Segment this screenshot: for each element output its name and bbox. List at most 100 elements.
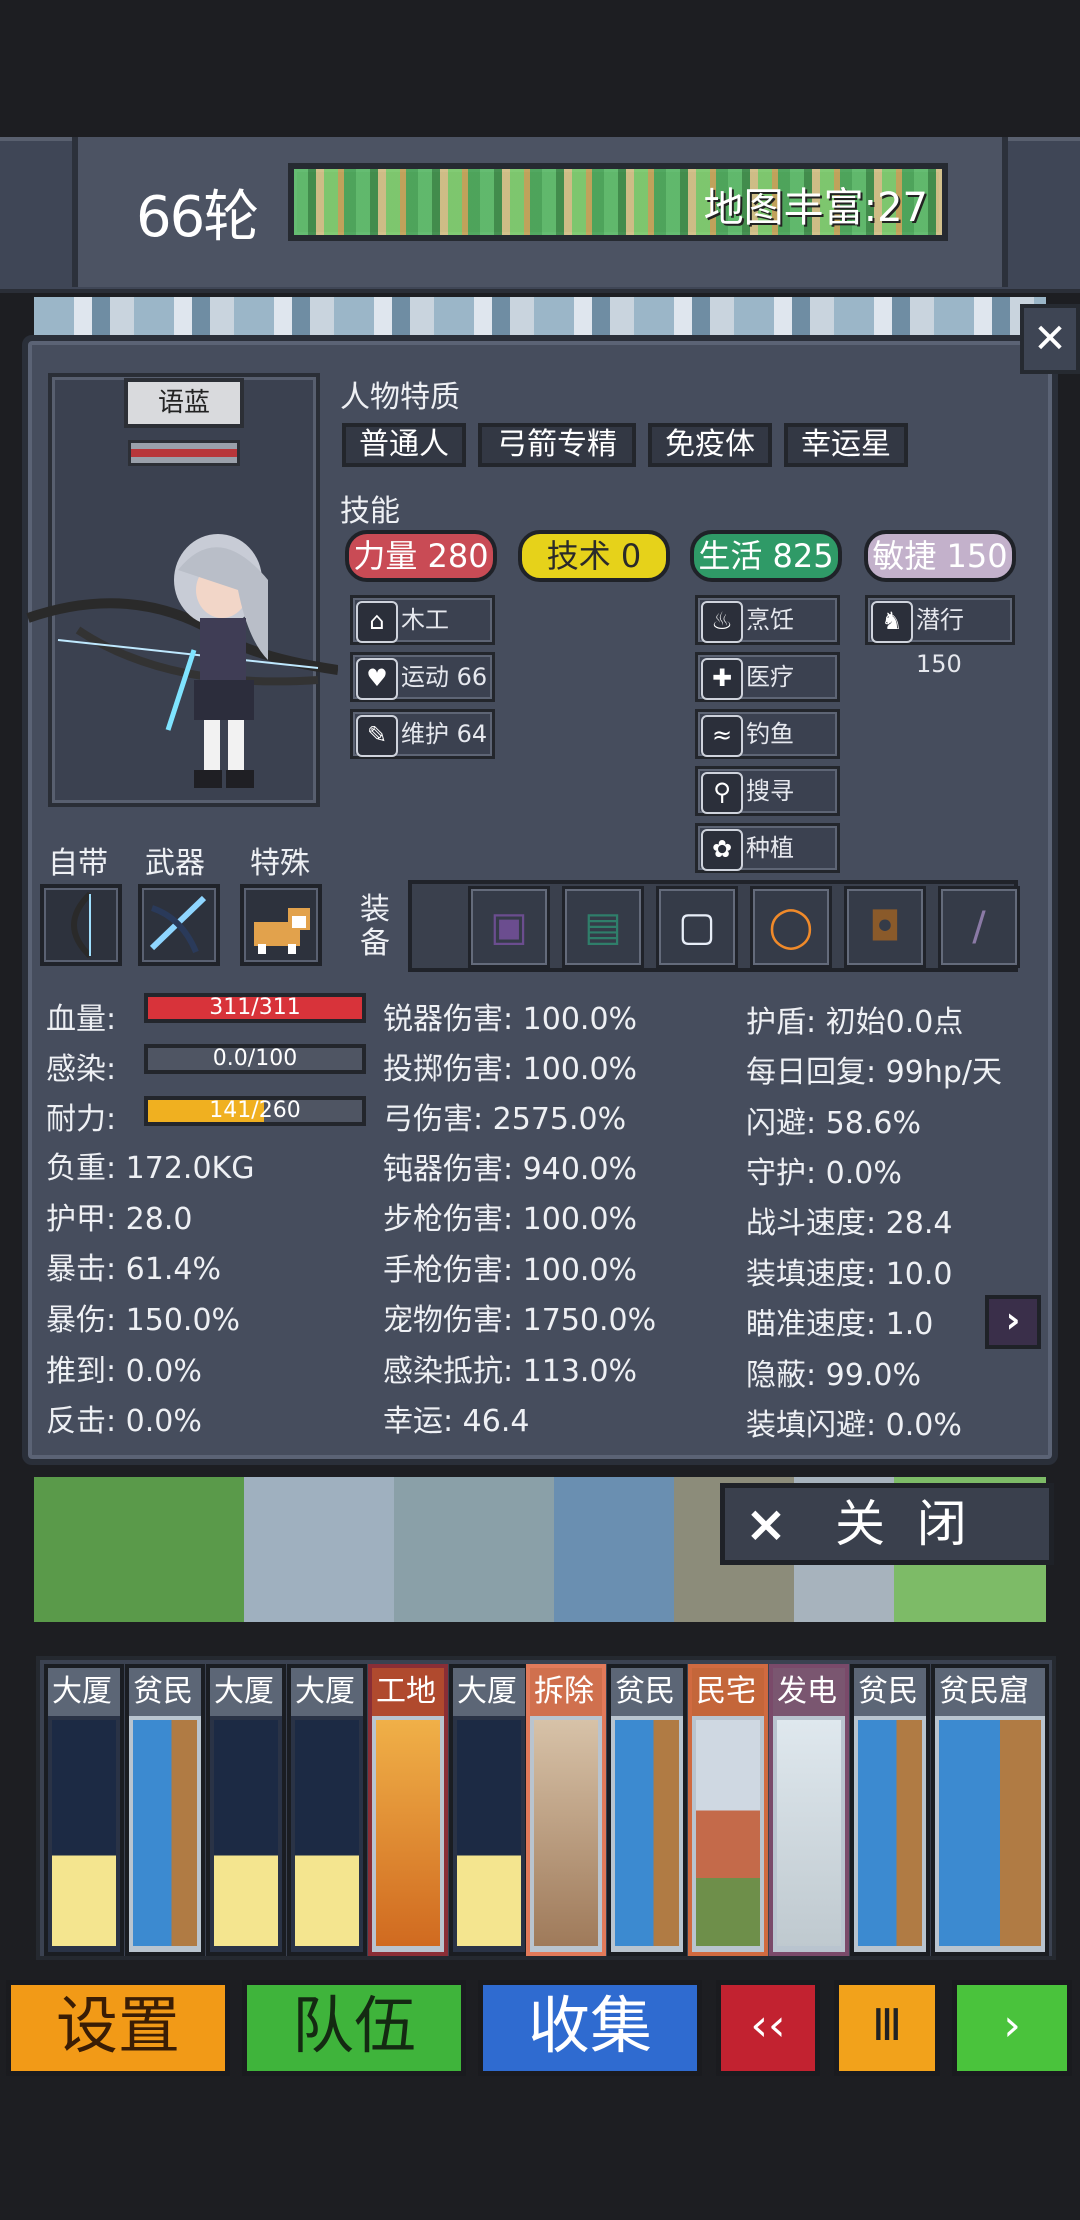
card-art — [939, 1720, 1041, 1946]
stat-sharp-damage: 锐器伤害: 100.0% — [383, 1002, 638, 1037]
category-strength[interactable]: 力量 280 — [345, 530, 497, 582]
close-button-label: 关 闭 — [835, 1495, 967, 1553]
equip-slot-ring[interactable]: ◯ — [750, 886, 832, 968]
card-art — [615, 1720, 679, 1946]
category-technique[interactable]: 技术 0 — [518, 530, 670, 582]
infection-bar: 0.0/100 — [144, 1044, 366, 1074]
stat-weight: 负重: 172.0KG — [46, 1151, 255, 1186]
wrench-icon: ✎ — [356, 715, 398, 757]
innate-slot[interactable] — [40, 884, 122, 966]
weapon-slot[interactable] — [138, 884, 220, 966]
skill-cooking[interactable]: ♨烹饪 150 — [695, 595, 840, 678]
map-tile-strip — [34, 297, 1046, 337]
crossbow-icon — [149, 895, 207, 954]
stat-stealth: 隐蔽: 99.0% — [746, 1358, 921, 1393]
skill-label: 维护 64 — [401, 720, 488, 748]
stat-knockdown: 推到: 0.0% — [46, 1354, 202, 1389]
backpack-icon: ◘ — [869, 904, 901, 950]
loadout-special-label: 特殊 — [250, 846, 310, 881]
equip-label: 装备 — [360, 892, 390, 961]
card-title: 大厦 — [210, 1668, 282, 1716]
skill-maintenance[interactable]: ✎ 维护 64 — [350, 709, 495, 759]
card-art — [457, 1720, 521, 1946]
card-title: 贫民 — [129, 1668, 201, 1716]
category-life[interactable]: 生活 825 — [690, 530, 842, 582]
location-card[interactable]: 贫民窟 — [931, 1664, 1049, 1956]
card-art — [534, 1720, 598, 1946]
location-card[interactable]: 发电 — [769, 1664, 849, 1956]
fish-icon: ≈ — [701, 715, 743, 757]
location-card[interactable]: 大厦 — [449, 1664, 529, 1956]
settings-button[interactable]: 设置 — [6, 1980, 230, 2076]
stamina-bar: 141/260 — [144, 1096, 366, 1126]
card-art — [295, 1720, 359, 1946]
plant-icon: ✿ — [701, 829, 743, 871]
next-page-button[interactable]: › — [985, 1295, 1041, 1349]
character-portrait — [26, 534, 338, 788]
stat-daily-regen: 每日回复: 99hp/天 — [746, 1055, 1002, 1090]
heart-icon: ♥ — [356, 658, 398, 700]
stat-luck: 幸运: 46.4 — [383, 1404, 530, 1439]
skill-planting[interactable]: ✿种植 150 — [695, 823, 840, 906]
skill-carpentry[interactable]: ⌂木工 150 — [350, 595, 495, 678]
infection-value: 0.0/100 — [212, 1046, 298, 1071]
trait-badge[interactable]: 免疫体 — [648, 423, 772, 467]
location-card[interactable]: 贫民 — [850, 1664, 930, 1956]
skill-sport[interactable]: ♥ 运动 66 — [350, 652, 495, 702]
loadout-weapon-label: 武器 — [145, 846, 205, 881]
location-card[interactable]: 工地 — [368, 1664, 448, 1956]
equip-slot-shirt[interactable]: ▢ — [656, 886, 738, 968]
location-card[interactable]: 大厦 — [206, 1664, 286, 1956]
skill-sneak[interactable]: ♞ 潜行 150 — [865, 595, 1015, 678]
card-art — [858, 1720, 922, 1946]
category-agility[interactable]: 敏捷 150 — [864, 530, 1016, 582]
play-button[interactable]: › — [952, 1980, 1072, 2076]
health-value: 311/311 — [209, 995, 301, 1020]
close-button[interactable]: × 关 闭 — [720, 1483, 1054, 1565]
panel-close-button[interactable]: ✕ — [1020, 304, 1080, 374]
location-card[interactable]: 贫民 — [607, 1664, 687, 1956]
magnifier-icon: ⚲ — [701, 772, 743, 814]
skill-medical[interactable]: ✚医疗 150 — [695, 652, 840, 735]
trait-badge[interactable]: 弓箭专精 — [478, 423, 636, 467]
location-card[interactable]: 大厦 — [287, 1664, 367, 1956]
card-art — [376, 1720, 440, 1946]
location-card[interactable]: 民宅 — [688, 1664, 768, 1956]
equip-slot-backpack[interactable]: ◘ — [844, 886, 926, 968]
pause-button[interactable]: Ⅲ — [834, 1980, 940, 2076]
card-art — [133, 1720, 197, 1946]
stat-crit-damage: 暴伤: 150.0% — [46, 1303, 241, 1338]
character-name: 语蓝 — [124, 378, 244, 428]
equip-slot-pants[interactable]: ▤ — [562, 886, 644, 968]
card-title: 工地 — [372, 1668, 444, 1716]
location-card[interactable]: 拆除 — [526, 1664, 606, 1956]
skill-searching[interactable]: ⚲搜寻 150 — [695, 766, 840, 849]
location-card[interactable]: 贫民 — [125, 1664, 205, 1956]
portrait-health-line — [128, 440, 240, 466]
card-art — [52, 1720, 116, 1946]
stat-infection-resist: 感染抵抗: 113.0% — [383, 1354, 638, 1389]
corgi-dog-icon — [254, 908, 310, 954]
card-title: 大厦 — [291, 1668, 363, 1716]
pants-icon: ▤ — [584, 904, 622, 950]
card-title: 大厦 — [453, 1668, 525, 1716]
team-button[interactable]: 队伍 — [242, 1980, 466, 2076]
stat-shield: 护盾: 初始0.0点 — [746, 1005, 964, 1040]
collect-button[interactable]: 收集 — [478, 1980, 702, 2076]
map-richness-bar[interactable]: 地图丰富:27 — [288, 163, 948, 241]
loadout-innate-label: 自带 — [48, 846, 108, 881]
equip-slot-vest[interactable]: ▣ — [468, 886, 550, 968]
trait-badge[interactable]: 普通人 — [342, 423, 466, 467]
pause-icon: Ⅲ — [871, 2000, 903, 2051]
rewind-button[interactable]: ‹‹ — [716, 1980, 820, 2076]
equip-slot-flashlight[interactable]: / — [938, 886, 1020, 968]
round-counter: 66轮 — [136, 185, 259, 250]
traits-title: 人物特质 — [340, 380, 460, 415]
stat-armor: 护甲: 28.0 — [46, 1202, 193, 1237]
special-slot[interactable] — [240, 884, 322, 966]
trait-badge[interactable]: 幸运星 — [784, 423, 908, 467]
location-card[interactable]: 大厦 — [44, 1664, 124, 1956]
skill-fishing[interactable]: ≈钓鱼 150 — [695, 709, 840, 792]
map-richness-label: 地图丰富:27 — [703, 185, 928, 231]
stat-pistol-damage: 手枪伤害: 100.0% — [383, 1253, 638, 1288]
